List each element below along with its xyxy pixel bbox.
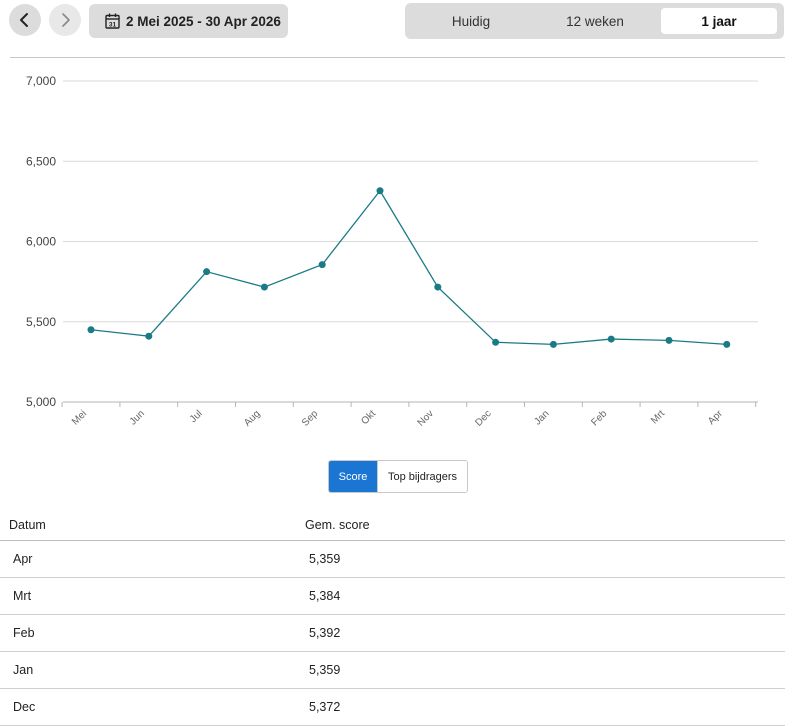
data-point [607,335,615,343]
y-tick-label: 7,000 [26,74,56,88]
data-point [549,340,557,348]
date-range-label: 2 Mei 2025 - 30 Apr 2026 [126,13,281,29]
toolbar: 31 2 Mei 2025 - 30 Apr 2026 Huidig 12 we… [0,0,800,44]
y-tick-label: 5,000 [26,395,56,409]
score-line-chart: 5,000 5,500 6,000 6,500 7,000 Mei Jun Jul Aug Sep… [26,74,758,429]
row-score: 5,392 [309,626,341,640]
data-point [203,268,211,276]
period-tab-1-year[interactable]: 1 jaar [661,8,777,34]
data-point [87,326,95,334]
y-tick-label: 6,000 [26,235,56,249]
data-point [318,261,326,269]
x-tick-label: Jan [532,408,551,427]
x-tick-label: Dec [473,408,493,428]
table-row: Jan 5,359 [0,652,785,689]
score-toggle-button[interactable]: Score [329,461,377,492]
score-table: Datum Gem. score Apr 5,359 Mrt 5,384 Feb… [0,510,785,726]
top-contributors-toggle-button[interactable]: Top bijdragers [377,461,467,492]
calendar-icon: 31 [105,13,120,29]
x-tick-label: Okt [359,408,378,427]
row-date: Dec [13,700,36,714]
x-tick-label: Feb [589,408,609,428]
row-score: 5,359 [309,552,341,566]
header-divider [10,57,785,58]
y-tick-label: 6,500 [26,154,56,168]
data-point [492,338,500,346]
period-tab-current[interactable]: Huidig [411,8,531,34]
row-date: Mrt [13,589,32,603]
row-date: Jan [13,663,34,677]
x-tick-label: Jul [188,408,205,425]
row-score: 5,372 [309,700,341,714]
data-point [145,332,153,340]
row-score: 5,359 [309,663,341,677]
y-tick-label: 5,500 [26,315,56,329]
data-point [434,283,442,291]
x-tick-label: Mrt [649,408,667,426]
column-header-avg-score: Gem. score [305,518,370,532]
data-point [260,283,268,291]
period-selector: Huidig 12 weken 1 jaar [405,3,784,39]
data-point [723,340,731,348]
calendar-day: 31 [109,21,117,28]
table-row: Feb 5,392 [0,615,785,652]
row-date: Apr [13,552,33,566]
period-tab-12-weeks[interactable]: 12 weken [535,8,655,34]
chart-view-toggle: Score Top bijdragers [328,460,468,493]
table-row: Mrt 5,384 [0,578,785,615]
data-point [376,187,384,195]
x-tick-label: Jun [128,408,147,427]
x-tick-label: Sep [300,408,321,429]
table-row: Apr 5,359 [0,541,785,578]
date-range-picker[interactable]: 31 2 Mei 2025 - 30 Apr 2026 [89,4,288,38]
x-tick-label: Apr [706,408,725,427]
x-tick-label: Mei [70,408,89,427]
row-date: Feb [13,626,35,640]
row-score: 5,384 [309,589,341,603]
column-header-date: Datum [9,518,46,532]
data-point [665,336,673,344]
next-period-button[interactable] [49,4,81,36]
previous-period-button[interactable] [9,4,41,36]
x-tick-label: Aug [242,408,262,428]
x-tick-label: Nov [416,408,436,428]
table-header: Datum Gem. score [0,510,785,541]
chevron-right-icon [62,13,70,27]
chevron-left-icon [20,13,28,27]
table-row: Dec 5,372 [0,689,785,726]
